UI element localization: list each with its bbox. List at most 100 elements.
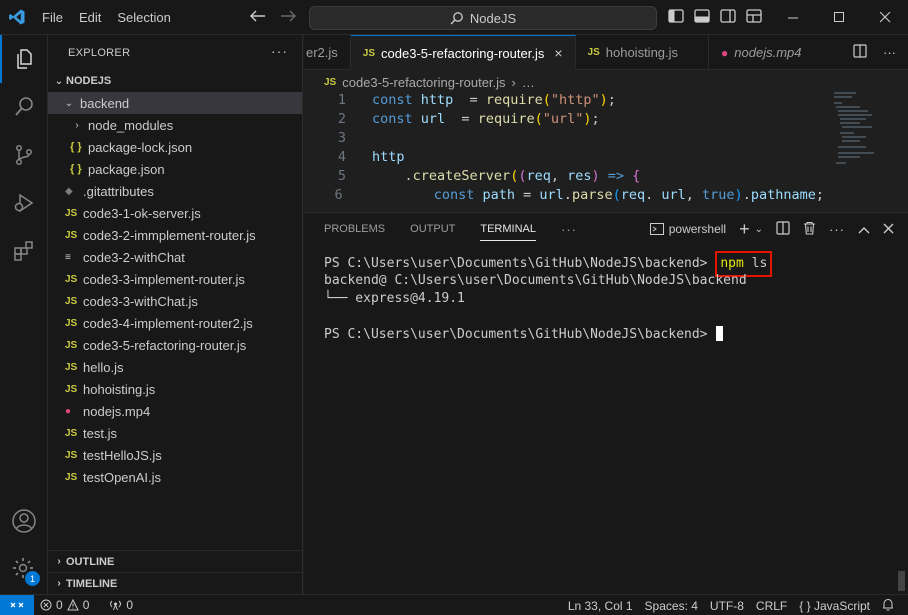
- outline-section[interactable]: › OUTLINE: [48, 550, 302, 572]
- menu-edit[interactable]: Edit: [71, 0, 109, 35]
- extensions-icon[interactable]: [0, 227, 48, 275]
- timeline-section[interactable]: › TIMELINE: [48, 572, 302, 594]
- encoding[interactable]: UTF-8: [704, 599, 750, 613]
- toggle-primary-sidebar-icon[interactable]: [668, 9, 684, 26]
- js-file-icon: JS: [65, 361, 78, 373]
- menu-file[interactable]: File: [34, 0, 71, 35]
- source-control-icon[interactable]: [0, 131, 48, 179]
- vscode-logo-icon: [0, 0, 34, 35]
- tree-item[interactable]: JS code3-2-immplement-router.js: [48, 224, 302, 246]
- breadcrumb: JS code3-5-refactoring-router.js › …: [324, 71, 535, 93]
- maximize-panel-icon[interactable]: [858, 222, 870, 237]
- tree-item[interactable]: ● nodejs.mp4: [48, 400, 302, 422]
- tree-item[interactable]: JS testOpenAI.js: [48, 466, 302, 488]
- code-token: url: [539, 187, 564, 203]
- workspace-root[interactable]: ⌄ NODEJS: [48, 70, 302, 92]
- menu-selection[interactable]: Selection: [109, 0, 178, 35]
- warning-count: 0: [82, 598, 90, 612]
- tree-item[interactable]: JS code3-5-refactoring-router.js: [48, 334, 302, 356]
- tree-item-label: code3-2-withChat: [83, 249, 185, 265]
- split-terminal-icon[interactable]: [776, 220, 790, 238]
- tab-hohoisting[interactable]: JS hohoisting.js: [576, 35, 710, 70]
- code-line: 1 const http = require("http");: [304, 92, 824, 111]
- command-center-search[interactable]: NodeJS: [309, 6, 657, 30]
- forward-arrow-icon[interactable]: [280, 9, 296, 27]
- new-terminal-icon[interactable]: +: [739, 219, 750, 240]
- customize-layout-icon[interactable]: [746, 9, 762, 26]
- tree-item[interactable]: › node_modules: [48, 114, 302, 136]
- code-token: (: [612, 187, 621, 203]
- line-number: 4: [337, 149, 346, 165]
- terminal-shell-selector[interactable]: powershell: [649, 222, 726, 236]
- json-file-icon: { }: [70, 141, 82, 153]
- code-token: "http": [550, 92, 600, 108]
- notifications-bell-icon[interactable]: [876, 598, 900, 614]
- tree-item[interactable]: { } package.json: [48, 158, 302, 180]
- tree-item[interactable]: ≡ code3-2-withChat: [48, 246, 302, 268]
- account-icon[interactable]: [0, 497, 48, 545]
- close-window-icon[interactable]: [862, 0, 908, 35]
- tab-label: code3-5-refactoring-router.js: [381, 45, 545, 61]
- close-tab-icon[interactable]: ×: [554, 45, 562, 61]
- cursor-position[interactable]: Ln 33, Col 1: [562, 599, 639, 613]
- ports-status[interactable]: 0: [103, 598, 139, 612]
- tab-output[interactable]: OUTPUT: [410, 223, 455, 235]
- run-debug-icon[interactable]: [0, 179, 48, 227]
- maximize-icon[interactable]: [816, 0, 862, 35]
- tree-item[interactable]: JS test.js: [48, 422, 302, 444]
- js-file-icon: JS: [65, 339, 78, 351]
- panel-more-actions-icon[interactable]: ···: [829, 222, 845, 237]
- terminal-output[interactable]: PS C:\Users\user\Documents\GitHub\NodeJS…: [324, 251, 894, 343]
- tree-item[interactable]: ◆ .gitattributes: [48, 180, 302, 202]
- tab-terminal[interactable]: TERMINAL: [480, 223, 536, 241]
- chevron-down-icon[interactable]: ⌄: [755, 224, 763, 235]
- terminal-scrollbar[interactable]: [898, 571, 905, 591]
- explorer-icon[interactable]: [0, 35, 48, 83]
- code-token: url: [420, 111, 446, 127]
- tab-problems[interactable]: PROBLEMS: [324, 223, 385, 235]
- code-editor[interactable]: 1 const http = require("http"); 2 const url…: [304, 92, 824, 206]
- more-actions-icon[interactable]: ···: [271, 43, 288, 59]
- remote-indicator-icon[interactable]: [0, 594, 34, 615]
- code-text: http: [372, 149, 405, 168]
- trash-icon[interactable]: [803, 221, 816, 238]
- tree-item[interactable]: JS code3-3-withChat.js: [48, 290, 302, 312]
- tree-item[interactable]: JS code3-4-implement-router2.js: [48, 312, 302, 334]
- code-token: =: [515, 187, 540, 203]
- terminal-line: └── express@4.19.1: [324, 291, 894, 309]
- tree-item[interactable]: { } package-lock.json: [48, 136, 302, 158]
- problems-status[interactable]: 0 0: [34, 598, 95, 612]
- language-mode[interactable]: { } JavaScript: [793, 599, 876, 613]
- tree-item[interactable]: JS code3-1-ok-server.js: [48, 202, 302, 224]
- split-editor-icon[interactable]: [853, 44, 867, 61]
- code-token: =: [453, 92, 486, 108]
- breadcrumb-more[interactable]: …: [522, 75, 535, 90]
- editor-actions: ···: [853, 35, 896, 70]
- back-arrow-icon[interactable]: [250, 9, 266, 27]
- close-panel-icon[interactable]: [883, 222, 894, 237]
- breadcrumb-file[interactable]: code3-5-refactoring-router.js: [342, 75, 505, 90]
- tab-refactoring-router[interactable]: JS code3-5-refactoring-router.js ×: [350, 35, 576, 70]
- tree-item[interactable]: JS code3-3-implement-router.js: [48, 268, 302, 290]
- tab-implement-router2[interactable]: er2.js: [304, 35, 351, 70]
- panel-more-icon[interactable]: ···: [561, 222, 577, 237]
- search-icon[interactable]: [0, 83, 48, 131]
- more-actions-icon[interactable]: ···: [883, 45, 896, 60]
- tree-item[interactable]: JS hohoisting.js: [48, 378, 302, 400]
- window-controls: [770, 0, 908, 35]
- terminal-line: PS C:\Users\user\Documents\GitHub\NodeJS…: [324, 251, 894, 277]
- terminal-prompt: PS C:\Users\user\Documents\GitHub\NodeJS…: [324, 256, 716, 271]
- line-number: 1: [337, 92, 346, 108]
- minimap[interactable]: [830, 92, 892, 172]
- tree-item[interactable]: JS hello.js: [48, 356, 302, 378]
- manage-icon[interactable]: 1: [0, 545, 48, 593]
- tree-item[interactable]: ⌄ backend: [48, 92, 302, 114]
- toggle-panel-icon[interactable]: [694, 9, 710, 26]
- tree-item[interactable]: JS testHelloJS.js: [48, 444, 302, 466]
- code-token: ): [583, 111, 592, 127]
- indentation[interactable]: Spaces: 4: [639, 599, 704, 613]
- tab-nodejs-mp4[interactable]: ● nodejs.mp4: [709, 35, 813, 70]
- minimize-icon[interactable]: [770, 0, 816, 35]
- end-of-line[interactable]: CRLF: [750, 599, 793, 613]
- toggle-secondary-sidebar-icon[interactable]: [720, 9, 736, 26]
